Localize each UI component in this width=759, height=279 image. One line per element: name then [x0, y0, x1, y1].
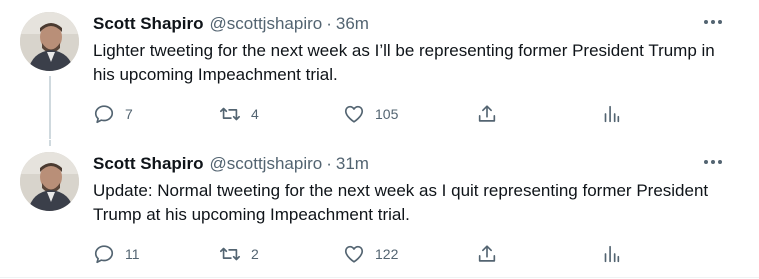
retweet-count: 4 [251, 106, 259, 122]
like-icon [344, 245, 364, 263]
author-name[interactable]: Scott Shapiro [93, 14, 204, 33]
tweet-actions: 7 4 105 [93, 102, 633, 126]
share-icon [478, 245, 496, 262]
tweet-thread: Scott Shapiro @scottjshapiro · 36m Lighter … [0, 0, 759, 278]
analytics-icon [604, 245, 620, 263]
separator-dot: · [326, 154, 332, 173]
like-icon [344, 105, 364, 123]
retweet-button[interactable]: 2 [219, 242, 259, 266]
author-handle[interactable]: @scottjshapiro [210, 154, 323, 173]
timestamp[interactable]: 36m [336, 14, 369, 33]
analytics-icon [604, 105, 620, 123]
like-count: 105 [375, 106, 399, 122]
reply-icon [94, 105, 114, 124]
separator-dot: · [326, 14, 332, 33]
tweet-header: Scott Shapiro @scottjshapiro · 36m [93, 13, 369, 35]
share-button[interactable] [476, 102, 498, 126]
like-button[interactable]: 105 [343, 102, 398, 126]
reply-icon [94, 245, 114, 264]
retweet-count: 2 [251, 246, 259, 262]
tweet[interactable]: Scott Shapiro @scottjshapiro · 36m Lighter … [0, 0, 759, 139]
author-handle[interactable]: @scottjshapiro [210, 14, 323, 33]
more-icon[interactable] [701, 150, 725, 174]
tweet-text: Lighter tweeting for the next week as I’… [93, 41, 715, 84]
like-count: 122 [375, 246, 399, 262]
timestamp[interactable]: 31m [336, 154, 369, 173]
analytics-button[interactable] [600, 102, 622, 126]
analytics-button[interactable] [600, 242, 622, 266]
like-button[interactable]: 122 [343, 242, 398, 266]
tweet-actions: 11 2 122 [93, 242, 633, 266]
more-icon[interactable] [701, 10, 725, 34]
reply-button[interactable]: 7 [93, 102, 133, 126]
avatar-image [20, 152, 79, 211]
tweet[interactable]: Scott Shapiro @scottjshapiro · 31m Update: … [0, 139, 759, 279]
tweet-text: Update: Normal tweeting for the next wee… [93, 181, 709, 224]
reply-count: 11 [125, 246, 140, 262]
retweet-icon [220, 107, 240, 121]
tweet-header: Scott Shapiro @scottjshapiro · 31m [93, 153, 369, 175]
share-button[interactable] [476, 242, 498, 266]
reply-count: 7 [125, 106, 133, 122]
retweet-button[interactable]: 4 [219, 102, 259, 126]
avatar[interactable] [20, 12, 79, 71]
avatar[interactable] [20, 152, 79, 211]
share-icon [478, 105, 496, 122]
reply-button[interactable]: 11 [93, 242, 140, 266]
author-name[interactable]: Scott Shapiro [93, 154, 204, 173]
retweet-icon [220, 247, 240, 261]
avatar-image [20, 12, 79, 71]
